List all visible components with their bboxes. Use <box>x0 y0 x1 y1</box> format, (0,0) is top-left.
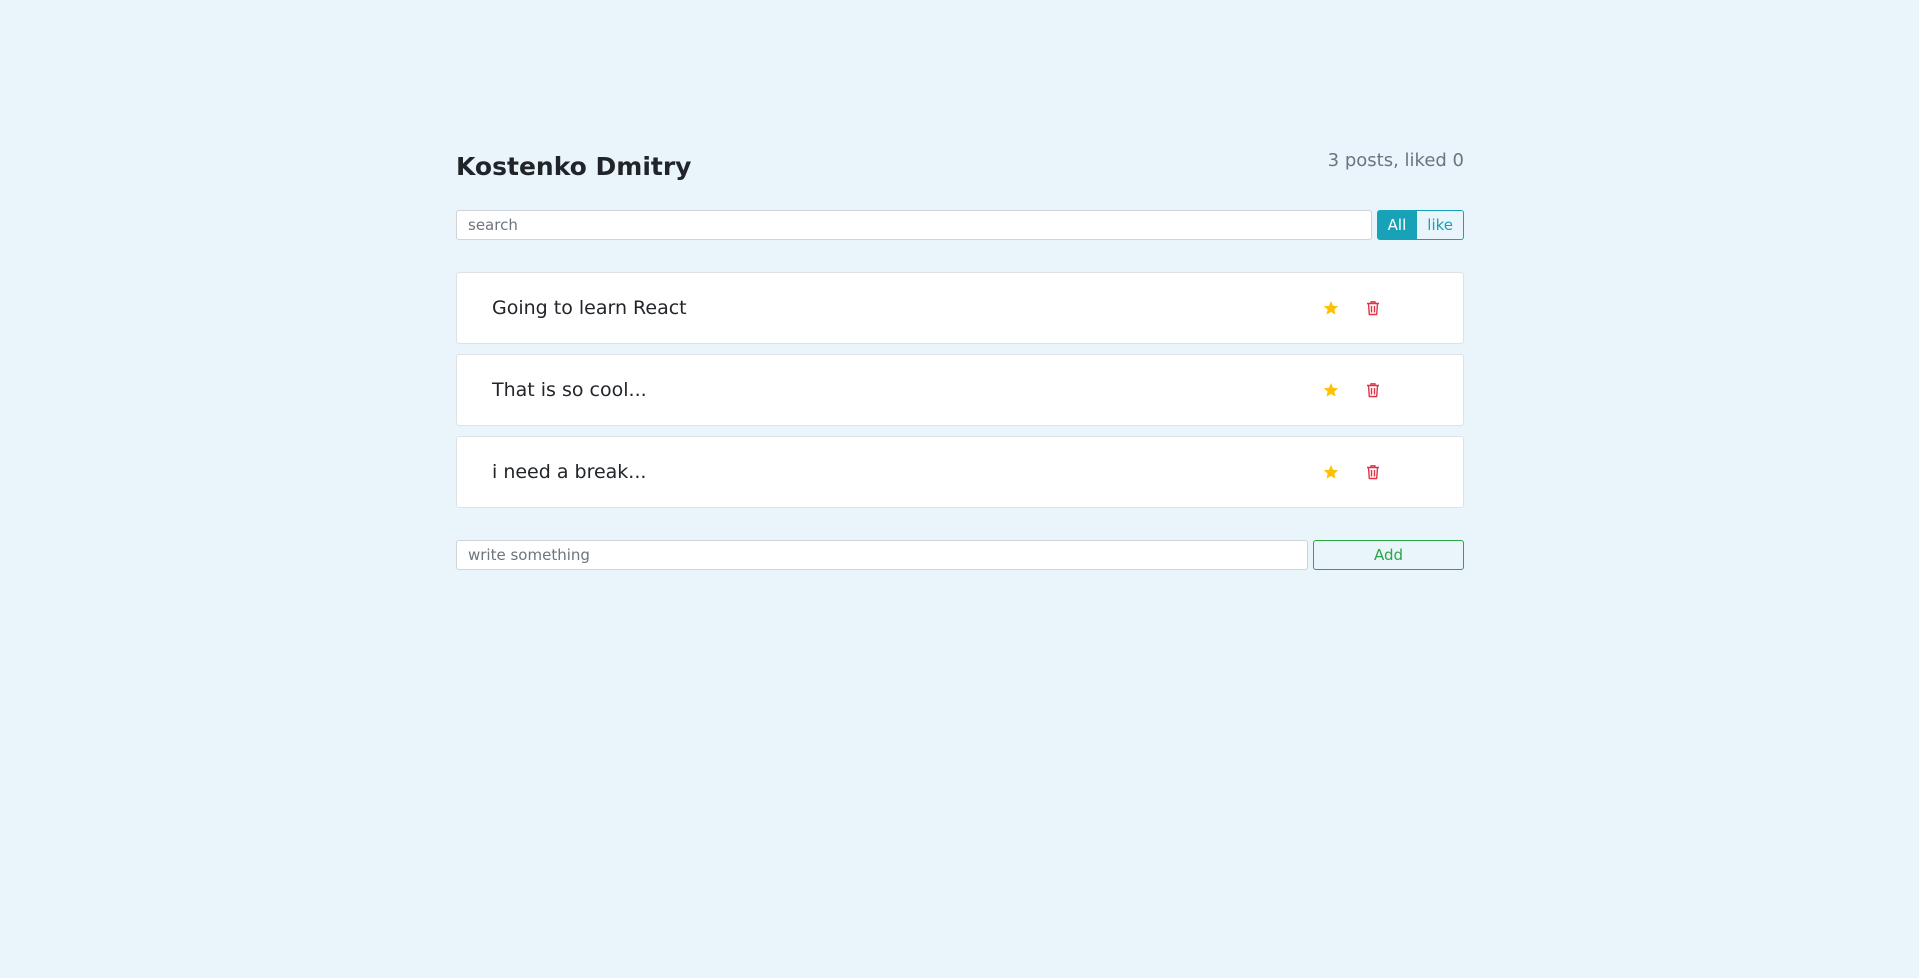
post-label[interactable]: Going to learn React <box>492 297 687 319</box>
post-actions <box>1319 273 1385 343</box>
delete-button[interactable] <box>1361 296 1385 320</box>
post-list: Going to learn React That is so cool... <box>456 272 1464 508</box>
star-icon <box>1323 301 1339 315</box>
trash-icon <box>1367 383 1379 398</box>
delete-button[interactable] <box>1361 378 1385 402</box>
search-panel: All like <box>456 210 1464 240</box>
app: Kostenko Dmitry 3 posts, liked 0 All lik… <box>456 148 1464 570</box>
filter-all-button[interactable]: All <box>1376 210 1418 240</box>
trash-icon <box>1367 301 1379 316</box>
post-label[interactable]: That is so cool... <box>492 379 647 401</box>
new-post-input[interactable] <box>456 540 1308 570</box>
post-status-filter: All like <box>1376 210 1464 240</box>
star-button[interactable] <box>1319 378 1343 402</box>
page-title: Kostenko Dmitry <box>456 152 692 181</box>
post-stats: 3 posts, liked 0 <box>1327 150 1464 171</box>
list-item: Going to learn React <box>456 272 1464 344</box>
star-button[interactable] <box>1319 296 1343 320</box>
delete-button[interactable] <box>1361 460 1385 484</box>
post-add-form: Add <box>456 540 1464 570</box>
post-label[interactable]: i need a break... <box>492 461 646 483</box>
add-post-button[interactable]: Add <box>1313 540 1464 570</box>
list-item: That is so cool... <box>456 354 1464 426</box>
star-icon <box>1323 465 1339 479</box>
post-actions <box>1319 437 1385 507</box>
star-icon <box>1323 383 1339 397</box>
filter-like-button[interactable]: like <box>1417 210 1464 240</box>
search-input[interactable] <box>456 210 1372 240</box>
star-button[interactable] <box>1319 460 1343 484</box>
list-item: i need a break... <box>456 436 1464 508</box>
trash-icon <box>1367 465 1379 480</box>
app-header: Kostenko Dmitry 3 posts, liked 0 <box>456 148 1464 186</box>
post-actions <box>1319 355 1385 425</box>
